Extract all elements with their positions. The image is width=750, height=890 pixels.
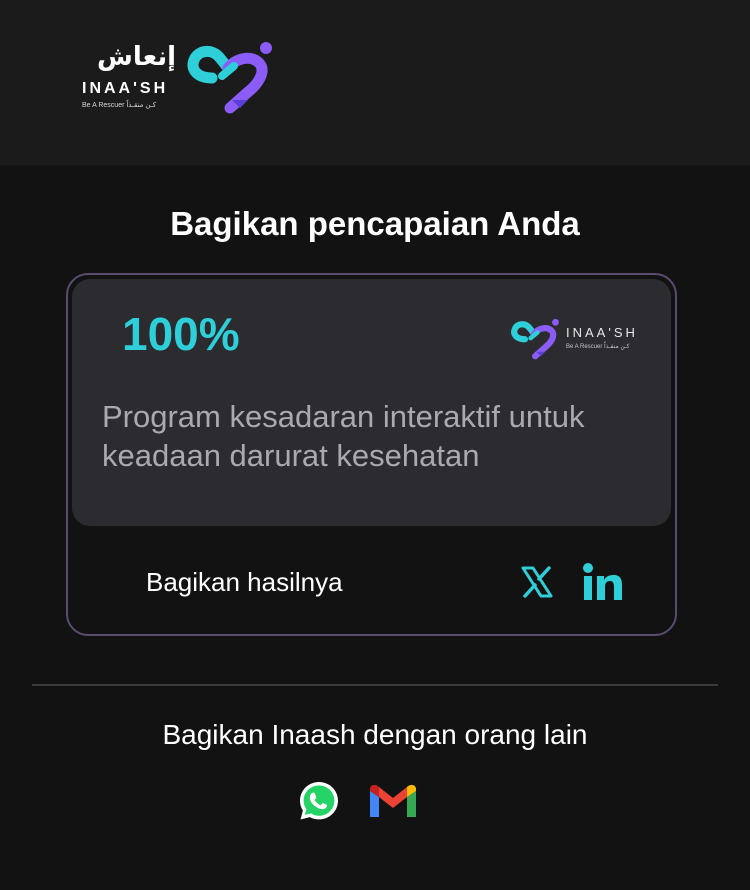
card-logo-tagline: Be A Rescuer كـن منقـذاً [566,344,630,350]
logo-arabic-text: إنعاش [97,42,176,72]
x-icon [521,566,553,598]
program-description: Program kesadaran interaktif untuk keada… [102,399,585,473]
card-logo-text: INAA'SH [566,325,638,340]
completion-percent: 100% [122,308,240,360]
gmail-icon [370,784,416,817]
achievement-title: Bagikan pencapaian Anda [170,205,580,242]
share-linkedin-button[interactable] [582,563,624,601]
achievement-summary: 100% INAA'SH Be A Rescuer كـن منقـذاً Pr… [72,279,671,526]
whatsapp-icon [300,782,338,820]
card-logo: INAA'SH Be A Rescuer كـن منقـذاً [508,317,658,361]
divider [32,684,718,686]
inaash-logo-mark-icon [187,42,272,114]
share-results-label: Bagikan hasilnya [146,567,343,597]
share-whatsapp-button[interactable] [298,780,340,822]
logo-tagline: Be A Rescuer كـن منقـذاً [82,102,157,109]
inaash-logo-mark-icon [511,318,559,360]
achievement-card: 100% INAA'SH Be A Rescuer كـن منقـذاً Pr… [66,273,677,636]
share-x-button[interactable] [520,565,554,599]
header: إنعاش INAA'SH Be A Rescuer كـن منقـذاً [0,0,750,165]
linkedin-icon [583,563,622,600]
share-app-label: Bagikan Inaash dengan orang lain [162,719,588,750]
inaash-logo: إنعاش INAA'SH Be A Rescuer كـن منقـذاً [80,40,280,120]
share-gmail-button[interactable] [367,782,419,820]
logo-latin-text: INAA'SH [82,80,169,97]
